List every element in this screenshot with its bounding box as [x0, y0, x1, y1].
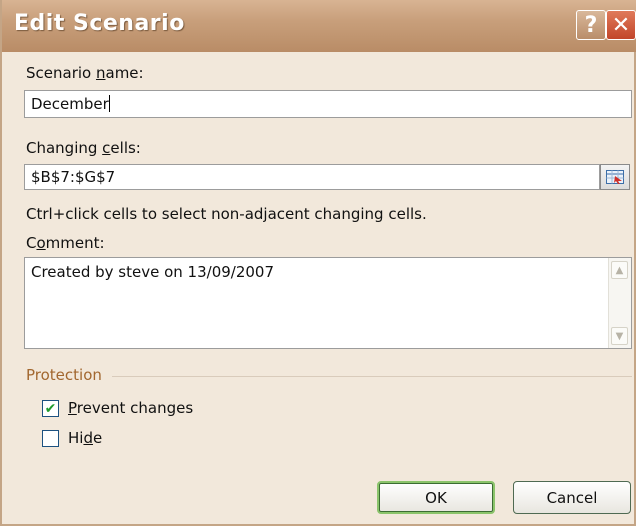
- edit-scenario-dialog: Edit Scenario ? ✕ Scenario name: Decembe…: [0, 0, 636, 526]
- checkmark-icon: ✔: [44, 400, 57, 417]
- comment-textarea[interactable]: Created by steve on 13/09/2007 ▲ ▼: [24, 257, 632, 349]
- collapse-dialog-button[interactable]: [600, 164, 630, 190]
- comment-label: Comment:: [26, 234, 105, 252]
- text-caret: [108, 95, 110, 112]
- protection-group-title: Protection: [26, 366, 102, 384]
- cancel-button[interactable]: Cancel: [513, 481, 631, 514]
- help-icon: ?: [584, 12, 598, 38]
- close-button[interactable]: ✕: [606, 10, 636, 40]
- scenario-name-input[interactable]: December: [24, 90, 632, 118]
- comment-scrollbar[interactable]: ▲ ▼: [608, 258, 631, 348]
- hide-checkbox[interactable]: [42, 430, 59, 447]
- help-button[interactable]: ?: [576, 10, 606, 40]
- scenario-name-label: Scenario name:: [26, 64, 144, 82]
- window-title: Edit Scenario: [14, 11, 185, 36]
- scroll-down-button[interactable]: ▼: [611, 327, 628, 345]
- collapse-dialog-icon: [606, 170, 624, 184]
- scroll-up-button[interactable]: ▲: [611, 261, 628, 279]
- title-bar[interactable]: Edit Scenario ? ✕: [2, 0, 636, 52]
- changing-cells-label: Changing cells:: [26, 139, 141, 157]
- prevent-changes-checkbox[interactable]: ✔: [42, 400, 59, 417]
- comment-text: Created by steve on 13/09/2007: [31, 263, 275, 281]
- changing-cells-hint: Ctrl+click cells to select non-adjacent …: [26, 205, 427, 223]
- ok-button[interactable]: OK: [377, 481, 495, 514]
- chevron-up-icon: ▲: [615, 264, 624, 276]
- prevent-changes-label[interactable]: Prevent changes: [68, 399, 193, 417]
- hide-label[interactable]: Hide: [68, 429, 102, 447]
- changing-cells-input[interactable]: $B$7:$G$7: [24, 164, 600, 190]
- protection-divider: [112, 376, 632, 377]
- chevron-down-icon: ▼: [615, 330, 624, 342]
- close-icon: ✕: [611, 12, 631, 38]
